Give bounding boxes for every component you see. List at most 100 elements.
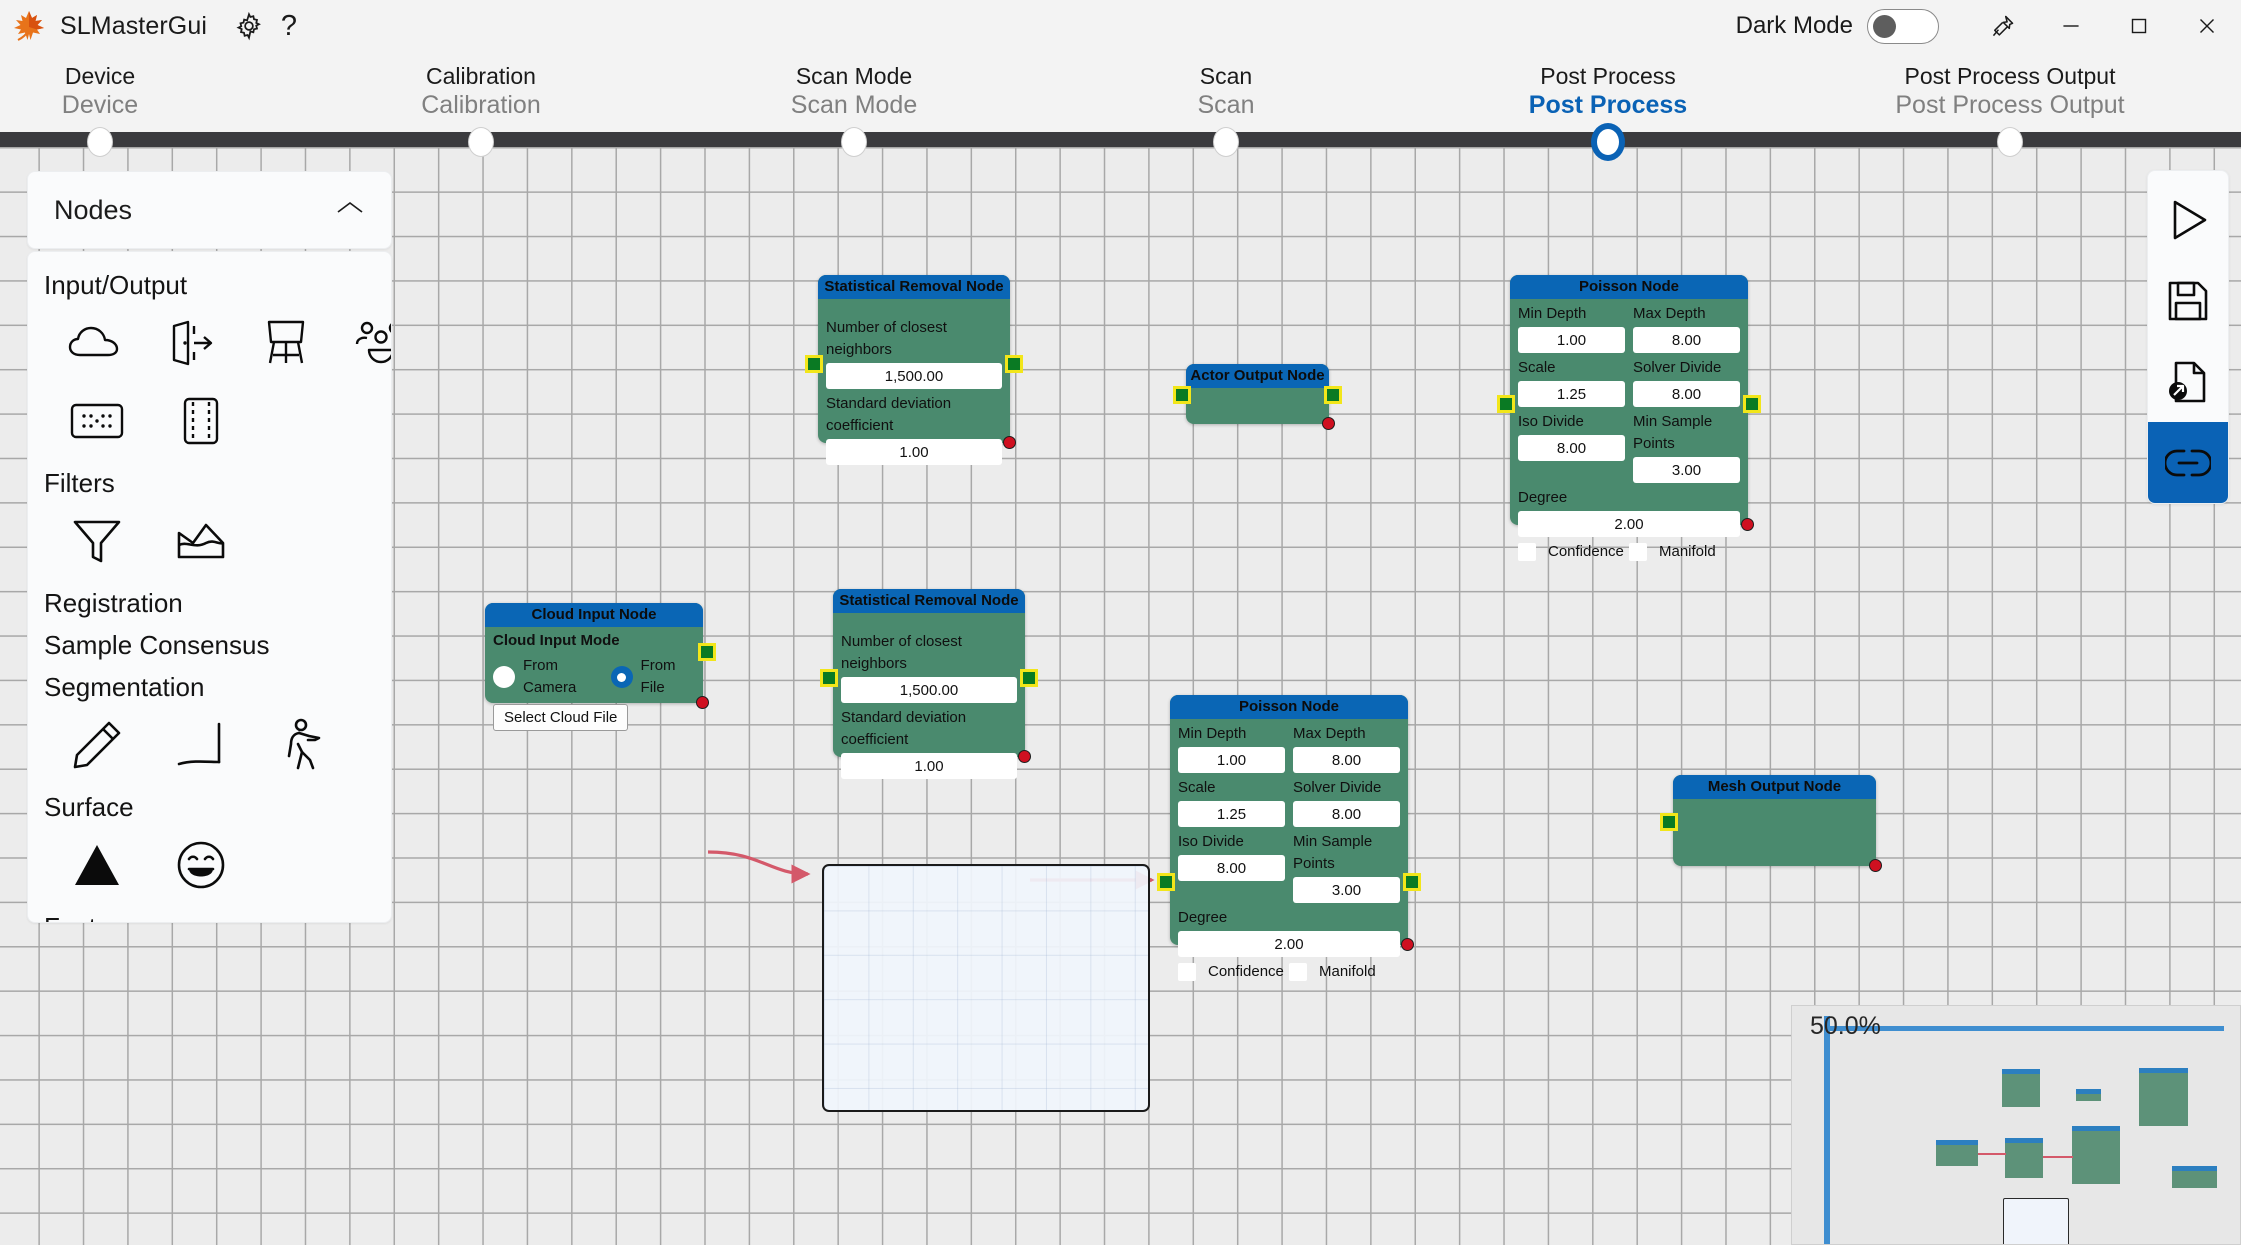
graph-node-statistical-removal-1[interactable]: Statistical Removal Node Number of close…: [818, 275, 1010, 443]
field-input-max-depth[interactable]: 8.00: [1633, 327, 1740, 353]
nodes-panel-header[interactable]: Nodes: [27, 171, 392, 249]
step-dot-post-process-output[interactable]: [1997, 127, 2023, 157]
step-dot-calibration[interactable]: [468, 127, 494, 157]
field-input-min-sample-points[interactable]: 3.00: [1633, 457, 1740, 483]
output-port[interactable]: [1324, 386, 1342, 404]
step-device[interactable]: Device Device: [0, 62, 310, 120]
radio-from-file[interactable]: [611, 666, 633, 688]
resize-handle[interactable]: [1018, 750, 1031, 763]
funnel-icon[interactable]: [66, 510, 128, 572]
field-input-min-depth[interactable]: 1.00: [1178, 747, 1285, 773]
graph-node-poisson-2[interactable]: Poisson Node Min Depth 1.00 Max Depth 8.…: [1170, 695, 1408, 945]
cloud-icon[interactable]: [66, 312, 124, 374]
output-port[interactable]: [1005, 355, 1023, 373]
dashed-frame-icon[interactable]: [170, 390, 232, 452]
pencil-icon[interactable]: [66, 714, 128, 776]
export-button[interactable]: [2147, 341, 2229, 422]
input-port[interactable]: [820, 669, 838, 687]
field-input-iso-divide[interactable]: 8.00: [1178, 855, 1285, 881]
output-port[interactable]: [1743, 395, 1761, 413]
checkbox-confidence[interactable]: [1518, 543, 1536, 561]
dark-mode-toggle[interactable]: [1867, 9, 1939, 44]
field-input-solver-divide[interactable]: 8.00: [1633, 381, 1740, 407]
minimize-icon[interactable]: [2037, 0, 2105, 52]
pin-icon[interactable]: [1969, 0, 2037, 52]
minimap-vertical-scrollbar[interactable]: [1824, 1016, 1830, 1245]
checkbox-manifold[interactable]: [1289, 963, 1307, 981]
checkbox-manifold-group[interactable]: Manifold: [1289, 961, 1400, 983]
field-input-min-sample-points[interactable]: 3.00: [1293, 877, 1400, 903]
field-input-scale[interactable]: 1.25: [1518, 381, 1625, 407]
resize-handle[interactable]: [696, 696, 709, 709]
step-calibration[interactable]: Calibration Calibration: [271, 62, 691, 120]
step-title: Post Process Output: [1800, 62, 2220, 90]
area-chart-icon[interactable]: [170, 510, 232, 572]
field-input-iso-divide[interactable]: 8.00: [1518, 435, 1625, 461]
checkbox-manifold-group[interactable]: Manifold: [1629, 541, 1740, 563]
step-post-process-output[interactable]: Post Process Output Post Process Output: [1800, 62, 2220, 120]
resize-handle[interactable]: [1869, 859, 1882, 872]
run-button[interactable]: [2147, 179, 2229, 260]
graph-node-statistical-removal-2[interactable]: Statistical Removal Node Number of close…: [833, 589, 1025, 757]
resize-handle[interactable]: [1003, 436, 1016, 449]
question-mark-icon[interactable]: ?: [269, 6, 309, 46]
checkbox-confidence-group[interactable]: Confidence: [1178, 961, 1289, 983]
empty-preview-rect[interactable]: [822, 864, 1150, 1112]
field-input-solver-divide[interactable]: 8.00: [1293, 801, 1400, 827]
field-input-stddev[interactable]: 1.00: [826, 439, 1002, 465]
dotted-panel-icon[interactable]: [66, 390, 128, 452]
easel-board-icon[interactable]: [260, 312, 312, 374]
input-port[interactable]: [1660, 813, 1678, 831]
field-input-degree[interactable]: 2.00: [1518, 511, 1740, 537]
minimap[interactable]: 50.0%: [1791, 1005, 2241, 1245]
graph-node-poisson-1[interactable]: Poisson Node Min Depth 1.00 Max Depth 8.…: [1510, 275, 1748, 525]
step-dot-device[interactable]: [87, 127, 113, 157]
chevron-up-icon[interactable]: [335, 199, 365, 222]
triangle-icon[interactable]: [66, 834, 128, 896]
select-cloud-file-button[interactable]: Select Cloud File: [493, 704, 628, 731]
graph-node-cloud-input[interactable]: Cloud Input Node Cloud Input Mode From C…: [485, 603, 703, 703]
field-input-min-depth[interactable]: 1.00: [1518, 327, 1625, 353]
checkbox-confidence-group[interactable]: Confidence: [1518, 541, 1629, 563]
field-input-neighbors[interactable]: 1,500.00: [826, 363, 1002, 389]
gear-icon[interactable]: [229, 6, 269, 46]
person-walking-icon[interactable]: [274, 714, 336, 776]
resize-handle[interactable]: [1401, 938, 1414, 951]
output-port[interactable]: [1403, 873, 1421, 891]
angle-icon[interactable]: [170, 714, 232, 776]
field-input-stddev[interactable]: 1.00: [841, 753, 1017, 779]
node-graph-canvas[interactable]: Statistical Removal Node Number of close…: [0, 147, 2241, 1245]
step-dot-scan[interactable]: [1213, 127, 1239, 157]
step-dot-post-process[interactable]: [1591, 123, 1625, 161]
step-scan[interactable]: Scan Scan: [1016, 62, 1436, 120]
field-input-degree[interactable]: 2.00: [1178, 931, 1400, 957]
graph-node-actor-output[interactable]: Actor Output Node: [1186, 364, 1329, 424]
input-port[interactable]: [1173, 386, 1191, 404]
maximize-icon[interactable]: [2105, 0, 2173, 52]
field-input-neighbors[interactable]: 1,500.00: [841, 677, 1017, 703]
input-port[interactable]: [1497, 395, 1515, 413]
radio-from-camera[interactable]: [493, 666, 515, 688]
graph-node-mesh-output[interactable]: Mesh Output Node: [1673, 775, 1876, 866]
checkbox-manifold[interactable]: [1629, 543, 1647, 561]
step-dot-scan-mode[interactable]: [841, 127, 867, 157]
field-input-scale[interactable]: 1.25: [1178, 801, 1285, 827]
minimap-horizontal-scrollbar[interactable]: [1824, 1026, 2224, 1031]
people-group-icon[interactable]: [354, 312, 392, 374]
export-door-icon[interactable]: [166, 312, 218, 374]
resize-handle[interactable]: [1322, 417, 1335, 430]
save-button[interactable]: [2147, 260, 2229, 341]
step-scan-mode[interactable]: Scan Mode Scan Mode: [644, 62, 1064, 120]
resize-handle[interactable]: [1741, 518, 1754, 531]
output-port[interactable]: [1020, 669, 1038, 687]
link-button[interactable]: [2147, 422, 2229, 503]
checkbox-confidence[interactable]: [1178, 963, 1196, 981]
field-input-max-depth[interactable]: 8.00: [1293, 747, 1400, 773]
input-port[interactable]: [1157, 873, 1175, 891]
step-post-process[interactable]: Post Process Post Process: [1398, 62, 1818, 120]
input-port[interactable]: [805, 355, 823, 373]
smiley-icon[interactable]: [170, 834, 232, 896]
minimap-viewport-rect[interactable]: [2003, 1198, 2069, 1245]
close-icon[interactable]: [2173, 0, 2241, 52]
output-port[interactable]: [698, 643, 716, 661]
